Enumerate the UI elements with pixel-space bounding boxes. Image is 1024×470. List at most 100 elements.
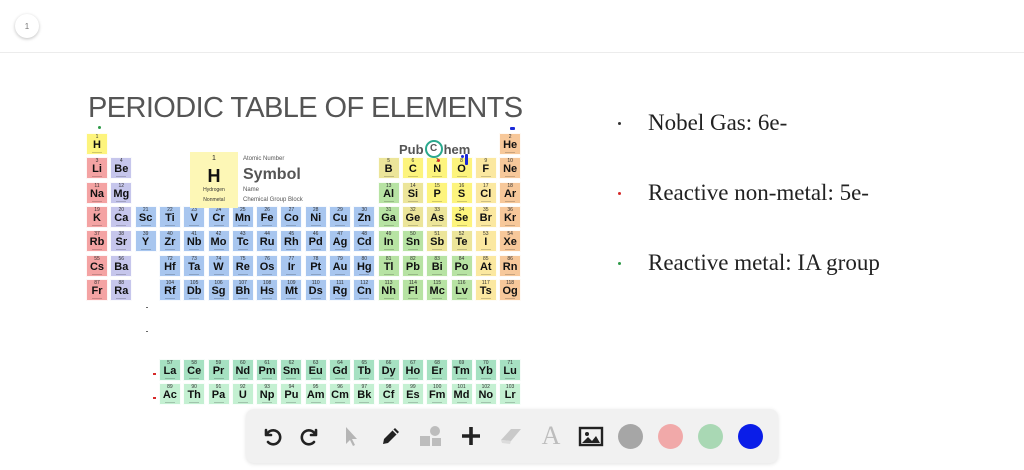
element-name-line	[427, 224, 447, 227]
element-symbol: Hg	[356, 260, 372, 273]
element-name-line	[111, 200, 131, 203]
element-symbol: U	[238, 389, 247, 402]
element-name-line	[330, 402, 350, 404]
element-cell-i: 53 I	[474, 230, 497, 253]
element-name-line	[476, 224, 496, 227]
element-cell-li: 3 Li	[86, 157, 108, 180]
annotation-dot-red	[437, 159, 440, 162]
eraser-button[interactable]	[498, 423, 524, 449]
series-marker	[153, 397, 156, 399]
element-cell-xe: 54 Xe	[499, 230, 522, 253]
element-name-line	[452, 224, 472, 227]
bullet-dot	[618, 192, 621, 195]
element-symbol: Cu	[332, 211, 348, 224]
image-button[interactable]	[578, 423, 604, 449]
element-symbol: K	[93, 211, 101, 224]
element-symbol: Mg	[113, 187, 130, 200]
element-name-line	[160, 224, 180, 227]
element-cell-db: 105 Db	[183, 278, 206, 301]
element-name-line	[427, 200, 447, 203]
element-symbol: At	[479, 260, 492, 273]
element-symbol: Db	[186, 284, 202, 297]
element-symbol: Pr	[212, 365, 225, 377]
element-name-line	[306, 249, 326, 251]
element-cell-no: 102 No	[474, 383, 497, 406]
element-cell-tc: 43 Tc	[231, 230, 254, 253]
element-symbol: Hf	[164, 260, 176, 273]
color-swatch-blue[interactable]	[738, 424, 763, 449]
element-cell-cn: 112 Cn	[353, 278, 376, 301]
element-cell-os: 76 Os	[256, 254, 279, 277]
element-cell-tl: 81 Tl	[377, 254, 400, 277]
add-button[interactable]	[458, 423, 484, 449]
element-cell-am: 95 Am	[304, 383, 327, 406]
element-symbol: Ac	[162, 389, 177, 402]
element-name-line	[160, 297, 180, 300]
element-name-line	[476, 402, 496, 404]
element-symbol: Ge	[405, 211, 421, 224]
element-symbol: Mc	[429, 284, 445, 297]
element-symbol: Ar	[503, 187, 517, 200]
element-symbol: P	[433, 187, 441, 200]
redo-button[interactable]	[298, 423, 324, 449]
element-symbol: Pb	[405, 260, 420, 273]
element-cell-tm: 69 Tm	[450, 359, 473, 381]
element-symbol: Es	[406, 389, 420, 402]
element-cell-at: 85 At	[474, 254, 497, 277]
element-symbol: Pu	[284, 389, 299, 402]
element-cell-gd: 64 Gd	[329, 359, 351, 381]
element-symbol: Sn	[405, 236, 420, 249]
series-marker	[146, 307, 148, 308]
legend-atomic-number: 1	[212, 155, 216, 162]
element-cell-ta: 73 Ta	[183, 254, 206, 277]
page-number-button[interactable]: 1	[15, 14, 39, 38]
element-name-line	[87, 224, 107, 227]
color-swatch-gray[interactable]	[618, 424, 643, 449]
element-symbol: Xe	[503, 236, 517, 249]
element-cell-ti: 22 Ti	[158, 205, 181, 228]
undo-button[interactable]	[258, 423, 284, 449]
element-cell-la: 57 La	[158, 359, 181, 381]
element-name-line	[257, 297, 277, 300]
element-symbol: Tb	[357, 365, 372, 377]
redo-icon	[300, 428, 318, 446]
element-symbol: La	[163, 365, 177, 377]
element-name-line	[452, 249, 472, 251]
element-name-line	[257, 378, 277, 380]
element-cell-cd: 48 Cd	[353, 230, 376, 253]
color-swatch-green[interactable]	[698, 424, 723, 449]
pen-button[interactable]	[378, 423, 404, 449]
element-name-line	[427, 378, 447, 380]
element-symbol: Er	[431, 365, 443, 377]
legend-group: Nonmetal	[203, 197, 225, 203]
element-name-line	[233, 249, 253, 251]
element-cell-c: 6C	[401, 157, 424, 180]
shapes-button[interactable]	[418, 423, 444, 449]
element-symbol: Si	[407, 187, 419, 200]
element-cell-pu: 94 Pu	[280, 383, 303, 406]
element-name-line	[476, 200, 496, 203]
element-symbol: Se	[454, 211, 469, 224]
text-button[interactable]: A	[538, 421, 564, 450]
element-name-line	[403, 273, 423, 276]
bullet-text: Nobel Gas: 6e-	[648, 110, 788, 135]
select-button[interactable]	[338, 423, 364, 449]
element-cell-ho: 67 Ho	[401, 359, 424, 381]
element-symbol: Bk	[357, 389, 372, 402]
element-cell-sb: 51 Sb	[426, 230, 449, 253]
element-symbol: Ta	[188, 260, 201, 273]
element-name-line	[403, 200, 423, 203]
element-cell-re: 75 Re	[231, 254, 254, 277]
element-name-line	[354, 249, 374, 251]
element-cell-be: 4 Be	[110, 157, 133, 180]
element-symbol: Te	[455, 236, 468, 249]
element-symbol: V	[190, 211, 198, 224]
element-symbol: He	[503, 139, 518, 151]
element-name-line	[209, 297, 229, 300]
element-name-line	[257, 402, 277, 404]
element-symbol: Fm	[428, 389, 446, 402]
element-cell-te: 52 Te	[450, 230, 473, 253]
color-swatch-pink[interactable]	[658, 424, 683, 449]
element-symbol: Sc	[138, 211, 153, 224]
element-name-line	[452, 402, 472, 404]
